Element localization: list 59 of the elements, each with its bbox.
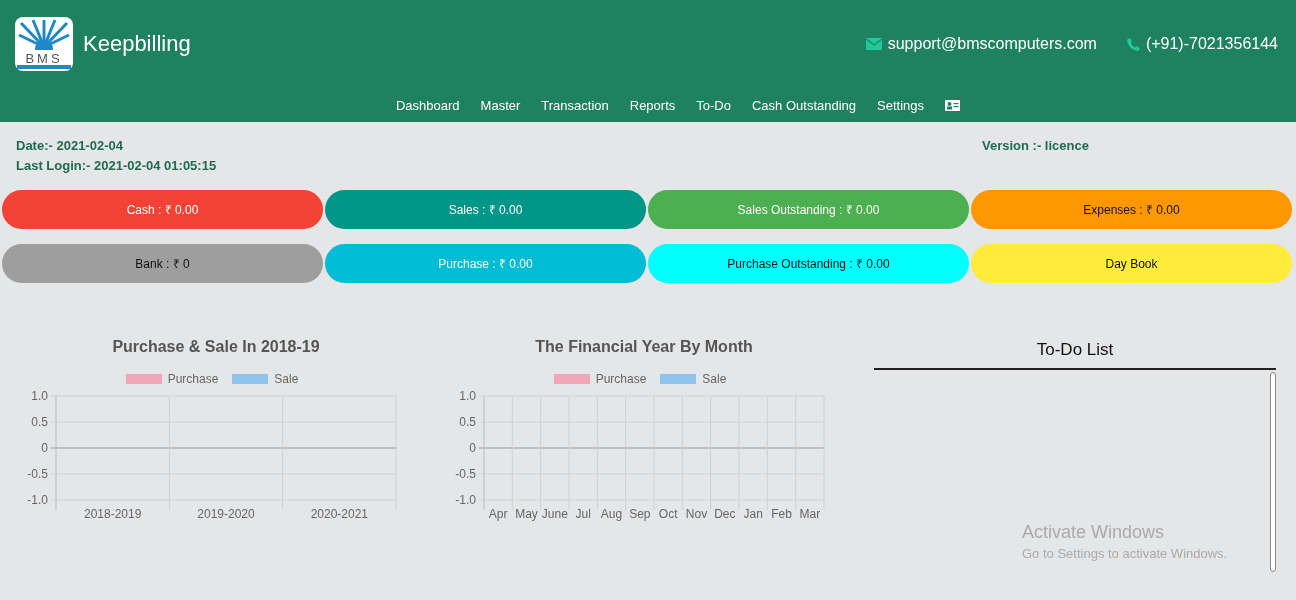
x-tick-label: Apr: [488, 507, 508, 521]
activation-notice-title: Activate Windows: [1022, 522, 1166, 543]
x-tick-label: 2020-2021: [310, 507, 369, 521]
logo-drawing: BMS: [15, 17, 73, 71]
legend-label: Sale: [274, 372, 299, 386]
y-tick-label: 0: [41, 441, 48, 455]
activation-notice-text: Go to Settings to activate Windows.: [1022, 546, 1228, 561]
brand-name: Keepbilling: [83, 31, 191, 57]
y-tick-label: -0.5: [455, 467, 476, 481]
x-tick-label: Dec: [714, 507, 736, 521]
nav-link[interactable]: To-Do: [696, 97, 731, 113]
support-email[interactable]: support@bmscomputers.com: [887, 35, 1097, 53]
x-tick-label: Nov: [685, 507, 708, 521]
x-tick-label: May: [515, 507, 538, 521]
nav-link[interactable]: Cash Outstanding: [751, 97, 857, 113]
date-text: Date:- 2021-02-04: [16, 138, 124, 153]
scrollbar[interactable]: [1270, 372, 1276, 572]
legend-label: Purchase: [167, 372, 219, 386]
y-tick-label: 0.5: [459, 415, 476, 429]
legend-label: Sale: [702, 372, 727, 386]
summary-tile[interactable]: Bank : ₹ 0: [2, 244, 323, 283]
nav-link[interactable]: Settings: [877, 97, 925, 113]
summary-tile[interactable]: Cash : ₹ 0.00: [2, 190, 323, 229]
phone-icon: [1126, 37, 1140, 51]
y-tick-label: 1.0: [459, 389, 476, 403]
x-tick-label: Jan: [743, 507, 763, 521]
x-tick-label: Feb: [771, 507, 792, 521]
x-tick-label: June: [541, 507, 568, 521]
chart-title: Purchase & Sale In 2018-19: [112, 338, 320, 356]
y-tick-label: -1.0: [455, 493, 476, 507]
summary-tile[interactable]: Day Book: [971, 244, 1292, 283]
y-tick-label: 1.0: [31, 389, 48, 403]
x-tick-label: Mar: [799, 507, 821, 521]
y-tick-label: 0.5: [31, 415, 48, 429]
x-tick-label: 2018-2019: [83, 507, 142, 521]
y-tick-label: -1.0: [27, 493, 48, 507]
summary-tile[interactable]: Sales Outstanding : ₹ 0.00: [648, 190, 969, 229]
id-card-icon[interactable]: [945, 99, 961, 111]
version-text: Version :- licence: [982, 138, 1089, 155]
todo-title: To-Do List: [874, 328, 1276, 370]
y-tick-label: -0.5: [27, 467, 48, 481]
envelope-icon: [865, 38, 882, 50]
x-tick-label: Jul: [575, 507, 591, 521]
x-tick-label: Sep: [629, 507, 651, 521]
nav-link[interactable]: Transaction: [541, 97, 609, 113]
last-login-text: Last Login:- 2021-02-04 01:05:15: [16, 158, 218, 173]
nav-link[interactable]: Reports: [629, 97, 676, 113]
summary-tile[interactable]: Sales : ₹ 0.00: [325, 190, 646, 229]
y-tick-label: 0: [469, 441, 476, 455]
x-tick-label: Aug: [600, 507, 623, 521]
nav-link[interactable]: Master: [480, 97, 521, 113]
nav-link[interactable]: Dashboard: [395, 97, 460, 113]
x-tick-label: Oct: [658, 507, 678, 521]
phone-number[interactable]: (+91)-7021356144: [1145, 35, 1278, 53]
summary-tile[interactable]: Purchase Outstanding : ₹ 0.00: [648, 244, 969, 283]
chart-title: The Financial Year By Month: [535, 338, 753, 356]
summary-tile[interactable]: Expenses : ₹ 0.00: [971, 190, 1292, 229]
legend-label: Purchase: [595, 372, 647, 386]
x-tick-label: 2019-2020: [197, 507, 255, 521]
